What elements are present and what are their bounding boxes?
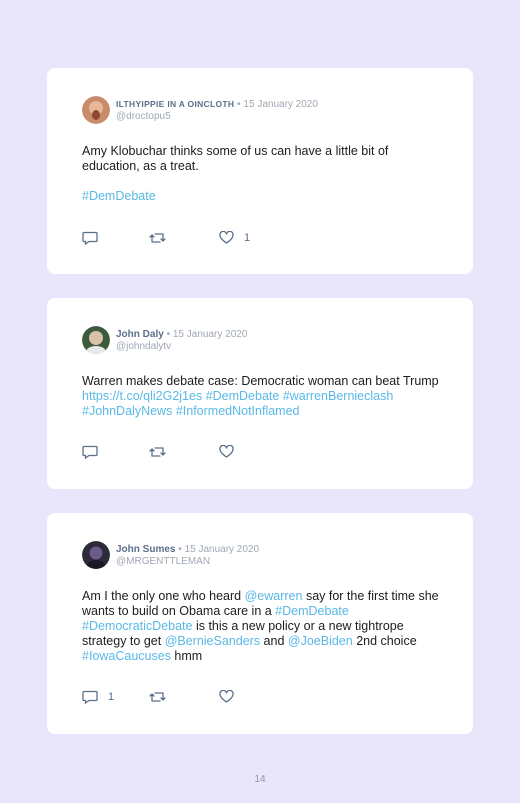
tweet-link[interactable]: @ewarren — [245, 589, 303, 603]
heart-outline-icon — [219, 231, 234, 244]
like-button[interactable] — [219, 690, 244, 703]
tweet-text: hmm — [170, 649, 203, 663]
tweet-link[interactable]: @BernieSanders — [165, 634, 260, 648]
tweet-link[interactable]: #DemDebate — [206, 389, 280, 403]
tweet-text: and — [260, 634, 288, 648]
tweet-body: Warren makes debate case: Democratic wom… — [82, 374, 442, 419]
heart-outline-icon — [219, 445, 234, 458]
speech-bubble-icon — [82, 231, 98, 245]
tweet-card: John Daly • 15 January 2020 @johndalytv … — [47, 298, 473, 489]
page-number: 14 — [254, 774, 266, 785]
tweet-card: John Sumes • 15 January 2020 @MRGENTTLEM… — [47, 513, 473, 734]
tweet-text: Am I the only one who heard — [82, 589, 245, 603]
meta-separator: • — [178, 544, 182, 555]
retweet-button[interactable] — [149, 231, 176, 245]
avatar[interactable] — [82, 96, 110, 124]
retweet-arrows-icon — [149, 231, 166, 245]
tweet-link[interactable]: #IowaCaucuses — [82, 649, 171, 663]
meta-separator: • — [237, 99, 241, 110]
retweet-button[interactable] — [149, 445, 176, 459]
reply-button[interactable] — [82, 445, 108, 459]
speech-bubble-icon — [82, 445, 98, 459]
tweet-link[interactable]: #DemDebate — [82, 189, 156, 203]
tweet-link[interactable]: @JoeBiden — [288, 634, 353, 648]
author-name[interactable]: ILTHYIPPIE IN A OINCLOTH — [116, 99, 234, 109]
author-handle[interactable]: @johndalytv — [116, 341, 171, 352]
reply-count: 1 — [108, 691, 115, 703]
tweet-link[interactable]: #JohnDalyNews — [82, 404, 172, 418]
speech-bubble-icon — [82, 690, 98, 704]
author-handle[interactable]: @MRGENTTLEMAN — [116, 556, 210, 567]
tweet-card: ILTHYIPPIE IN A OINCLOTH • 15 January 20… — [47, 68, 473, 274]
author-name[interactable]: John Sumes — [116, 544, 175, 555]
retweet-arrows-icon — [149, 445, 166, 459]
tweet-link[interactable]: #DemDebate — [275, 604, 349, 618]
tweet-date[interactable]: 15 January 2020 — [185, 544, 260, 555]
tweet-link[interactable]: https://t.co/qli2G2j1es — [82, 389, 202, 403]
like-count: 1 — [244, 231, 251, 244]
heart-outline-icon — [219, 690, 234, 703]
author-handle[interactable]: @droctopu5 — [116, 111, 171, 122]
tweet-link[interactable]: #DemocraticDebate — [82, 619, 192, 633]
tweet-body: Am I the only one who heard @ewarren say… — [82, 589, 442, 664]
reply-button[interactable]: 1 — [82, 690, 114, 704]
avatar[interactable] — [82, 326, 110, 354]
tweet-link[interactable]: #warrenBernieclash — [283, 389, 393, 403]
author-name[interactable]: John Daly — [116, 329, 164, 340]
tweet-text: 2nd choice — [352, 634, 417, 648]
avatar[interactable] — [82, 541, 110, 569]
retweet-arrows-icon — [149, 690, 166, 704]
tweet-text: Warren makes debate case: Democratic wom… — [82, 374, 439, 388]
like-button[interactable]: 1 — [219, 231, 250, 244]
retweet-button[interactable] — [149, 690, 176, 704]
tweet-link[interactable]: #InformedNotInflamed — [176, 404, 300, 418]
reply-button[interactable] — [82, 231, 108, 245]
meta-separator: • — [166, 329, 171, 340]
tweet-date[interactable]: 15 January 2020 — [173, 329, 248, 340]
tweet-text: Amy Klobuchar thinks some of us can have… — [82, 144, 389, 173]
tweet-date[interactable]: 15 January 2020 — [243, 99, 318, 110]
like-button[interactable] — [219, 445, 244, 458]
tweet-body: Amy Klobuchar thinks some of us can have… — [82, 144, 442, 204]
